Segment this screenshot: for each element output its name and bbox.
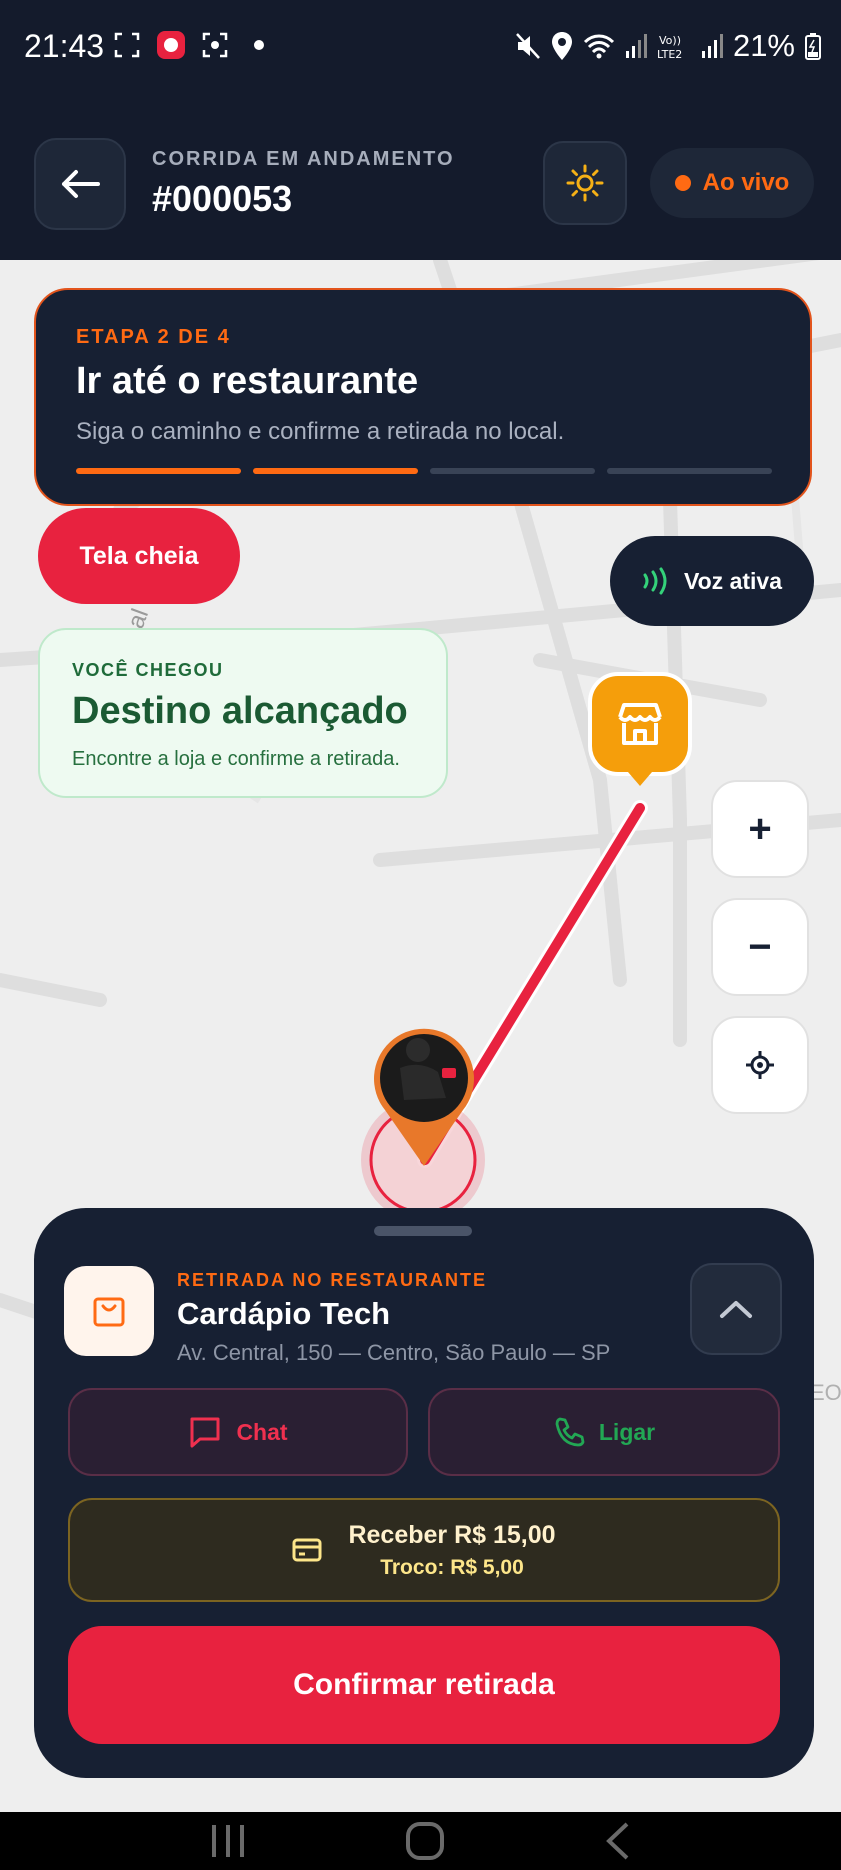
battery-percent: 21% [732,28,795,63]
step-description: Siga o caminho e confirme a retirada no … [76,418,565,445]
payment-change: Troco: R$ 5,00 [380,1555,524,1579]
street-label-edge: EO [810,1380,841,1405]
ride-number: #000053 [152,178,293,219]
recenter-button[interactable] [711,1016,809,1114]
system-nav-bar [0,1812,841,1870]
zoom-out-button[interactable]: − [711,898,809,996]
collapse-sheet-button[interactable] [690,1263,782,1355]
volte-icon: Vo))LTE2 [657,34,682,60]
arrival-title: Destino alcançado [72,690,408,732]
step-segment [76,468,241,474]
sheet-drag-handle[interactable] [374,1226,472,1236]
svg-text:Vo)): Vo)) [659,34,681,47]
voice-label: Voz ativa [684,567,782,594]
wifi-icon [583,34,615,59]
store-icon [618,703,662,745]
location-icon [551,32,572,60]
step-label: ETAPA 2 DE 4 [76,326,231,348]
signal-2-icon [701,34,723,58]
zoom-in-button[interactable]: + [711,780,809,878]
sun-icon [566,164,604,202]
arrival-card: VOCÊ CHEGOU Destino alcançado Encontre a… [38,628,448,798]
restaurant-name: Cardápio Tech [177,1296,391,1331]
signal-icon [625,34,647,58]
arrival-description: Encontre a loja e confirme a retirada. [72,748,400,770]
chat-button[interactable]: Chat [68,1388,408,1476]
step-card: ETAPA 2 DE 4 Ir até o restaurante Siga o… [34,288,812,506]
screenshot-frame-icon [112,30,142,60]
confirm-pickup-button[interactable]: Confirmar retirada [68,1626,780,1744]
credit-card-icon [292,1538,322,1562]
status-notification-icons [112,30,274,60]
shopping-bag-icon [93,1297,125,1327]
battery-icon [805,33,821,60]
payment-amount: Receber R$ 15,00 [348,1520,556,1549]
status-bar: 21:43 Vo)) LTE2 21% [0,0,841,100]
pickup-bottom-sheet: RETIRADA NO RESTAURANTE Cardápio Tech Av… [34,1208,814,1778]
pickup-label: RETIRADA NO RESTAURANTE [177,1270,487,1290]
app-notification-icon [156,30,186,60]
live-indicator: Ao vivo [650,148,814,218]
step-segment [607,468,772,474]
svg-text:LTE2: LTE2 [657,48,682,60]
back-button[interactable] [34,138,126,230]
status-time: 21:43 [24,28,105,64]
voice-toggle-button[interactable]: Voz ativa [610,536,814,626]
chat-label: Chat [236,1418,288,1445]
dot-icon [244,30,274,60]
step-segment [253,468,418,474]
call-label: Ligar [598,1418,656,1445]
chevron-up-icon [720,1301,752,1318]
restaurant-address: Av. Central, 150 — Centro, São Paulo — S… [177,1340,611,1365]
status-system-icons: Vo)) LTE2 21% [515,28,821,64]
header-subtitle: CORRIDA EM ANDAMENTO [152,148,455,170]
screen-record-icon [200,30,230,60]
arrival-label: VOCÊ CHEGOU [72,660,224,680]
fullscreen-button[interactable]: Tela cheia [38,508,240,604]
arrow-left-icon [62,170,100,198]
live-dot-icon [674,175,691,191]
recent-apps-icon[interactable] [208,1823,248,1859]
app-header: CORRIDA EM ANDAMENTO #000053 Ao vivo [0,100,841,260]
theme-toggle-button[interactable] [543,141,627,225]
store-pin[interactable] [588,672,692,776]
call-button[interactable]: Ligar [428,1388,780,1476]
sound-waves-icon [643,567,667,595]
crosshair-icon [746,1051,774,1079]
home-icon[interactable] [404,1820,446,1862]
back-nav-icon[interactable] [603,1821,633,1861]
step-segment [430,468,595,474]
step-title: Ir até o restaurante [76,360,419,402]
phone-icon [555,1417,585,1447]
shop-icon-tile [64,1266,154,1356]
mute-icon [516,33,540,59]
live-label: Ao vivo [702,169,790,196]
chat-bubble-icon [190,1417,220,1448]
step-progress-bar [76,468,772,474]
store-pin-tip [628,772,652,786]
payment-info: Receber R$ 15,00 Troco: R$ 5,00 [68,1498,780,1602]
